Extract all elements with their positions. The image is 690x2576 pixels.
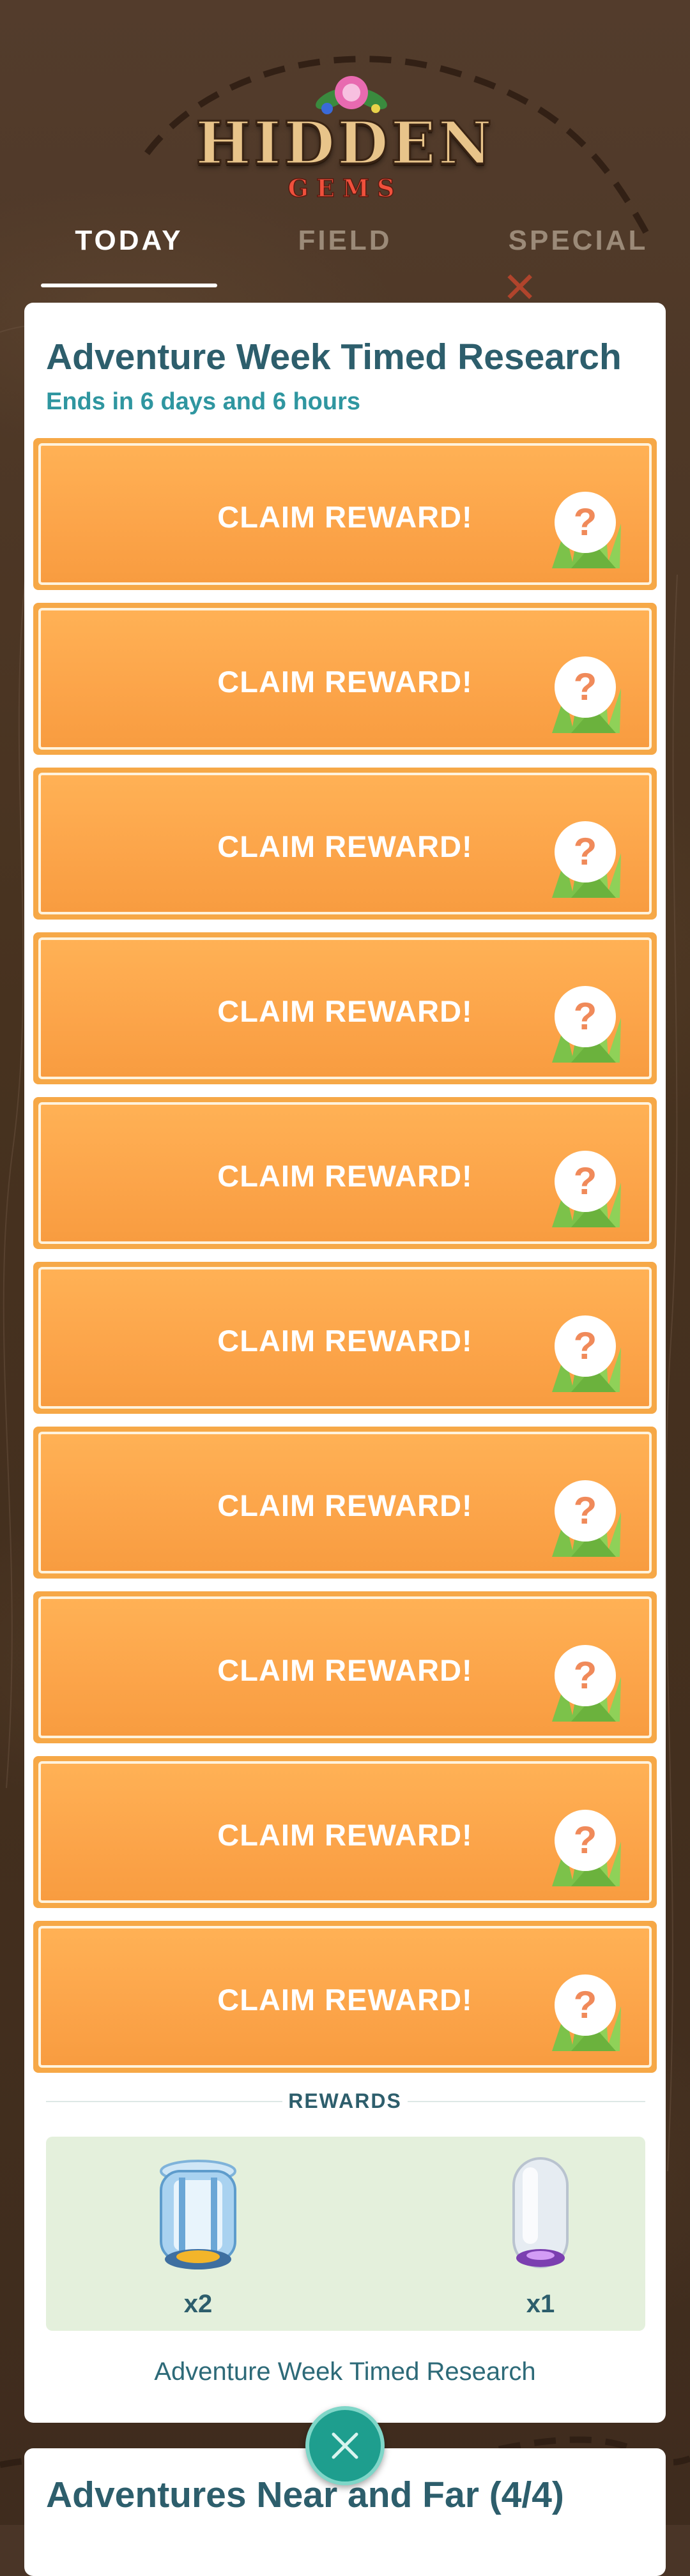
claim-reward-frame: CLAIM REWARD!? <box>38 1926 652 2068</box>
claim-reward-frame: CLAIM REWARD!? <box>38 937 652 1079</box>
research-title: Adventure Week Timed Research <box>46 337 622 377</box>
reward-item: x1 <box>477 2152 604 2324</box>
svg-text:?: ? <box>574 501 597 543</box>
incense-icon <box>512 2157 569 2268</box>
reward-quantity: x2 <box>183 2290 213 2318</box>
claim-reward-button[interactable]: CLAIM REWARD!? <box>33 1921 657 2073</box>
mystery-reward-icon: ? <box>552 1810 621 1886</box>
svg-text:?: ? <box>574 1983 597 2026</box>
close-button[interactable] <box>305 2406 385 2485</box>
rewards-panel: x2 x1 <box>46 2137 645 2331</box>
claim-reward-frame: CLAIM REWARD!? <box>38 1432 652 1573</box>
claim-reward-button[interactable]: CLAIM REWARD!? <box>33 1427 657 1579</box>
mystery-reward-icon: ? <box>552 1974 621 2051</box>
research-footer-title: Adventure Week Timed Research <box>154 2358 536 2386</box>
research-tabs: TODAY FIELD SPECIAL <box>0 225 690 289</box>
claim-reward-button[interactable]: CLAIM REWARD!? <box>33 1591 657 1743</box>
claim-reward-frame: CLAIM REWARD!? <box>38 443 652 585</box>
timed-research-card: Adventure Week Timed Research Ends in 6 … <box>24 303 666 2423</box>
claim-reward-frame: CLAIM REWARD!? <box>38 1267 652 1409</box>
svg-text:?: ? <box>574 830 597 873</box>
mystery-reward-icon: ? <box>552 821 621 898</box>
svg-text:?: ? <box>574 1489 597 1532</box>
claim-reward-frame: CLAIM REWARD!? <box>38 773 652 914</box>
claim-reward-frame: CLAIM REWARD!? <box>38 1596 652 1738</box>
rewards-header: REWARDS <box>24 2088 666 2114</box>
logo-title: HIDDEN <box>195 108 494 179</box>
mystery-reward-icon: ? <box>552 986 621 1063</box>
mystery-reward-icon: ? <box>552 1645 621 1722</box>
tab-today[interactable]: TODAY <box>41 225 217 257</box>
reward-quantity: x1 <box>526 2290 555 2318</box>
reward-item: x2 <box>134 2152 262 2324</box>
rewards-label: REWARDS <box>288 2089 402 2112</box>
svg-text:?: ? <box>574 995 597 1038</box>
close-icon <box>332 2432 358 2459</box>
claim-reward-button[interactable]: CLAIM REWARD!? <box>33 603 657 755</box>
claim-reward-button[interactable]: CLAIM REWARD!? <box>33 1756 657 1908</box>
claim-reward-button[interactable]: CLAIM REWARD!? <box>33 932 657 1084</box>
mystery-reward-icon: ? <box>552 656 621 733</box>
logo-subtitle: GEMS <box>288 173 402 203</box>
mystery-reward-icon: ? <box>552 1480 621 1557</box>
svg-text:?: ? <box>574 1160 597 1202</box>
claim-reward-frame: CLAIM REWARD!? <box>38 1761 652 1903</box>
mystery-reward-icon: ? <box>552 1151 621 1227</box>
svg-text:?: ? <box>574 1819 597 1861</box>
svg-text:?: ? <box>574 1654 597 1697</box>
hidden-gems-logo: HIDDEN GEMS <box>179 64 511 203</box>
claim-reward-button[interactable]: CLAIM REWARD!? <box>33 768 657 920</box>
claim-reward-frame: CLAIM REWARD!? <box>38 608 652 750</box>
next-research-title: Adventures Near and Far (4/4) <box>46 2474 564 2515</box>
active-tab-indicator <box>41 284 217 287</box>
mystery-reward-icon: ? <box>552 1315 621 1392</box>
tab-special[interactable]: SPECIAL <box>486 225 671 257</box>
tab-field[interactable]: FIELD <box>268 225 422 257</box>
svg-text:?: ? <box>574 1324 597 1367</box>
claim-reward-frame: CLAIM REWARD!? <box>38 1102 652 1244</box>
claim-reward-button[interactable]: CLAIM REWARD!? <box>33 1262 657 1414</box>
mystery-reward-icon: ? <box>552 492 621 568</box>
claim-reward-button[interactable]: CLAIM REWARD!? <box>33 1097 657 1249</box>
super-incubator-icon <box>160 2160 236 2269</box>
svg-text:?: ? <box>574 665 597 708</box>
claim-reward-button[interactable]: CLAIM REWARD!? <box>33 438 657 590</box>
research-timer: Ends in 6 days and 6 hours <box>46 388 361 415</box>
